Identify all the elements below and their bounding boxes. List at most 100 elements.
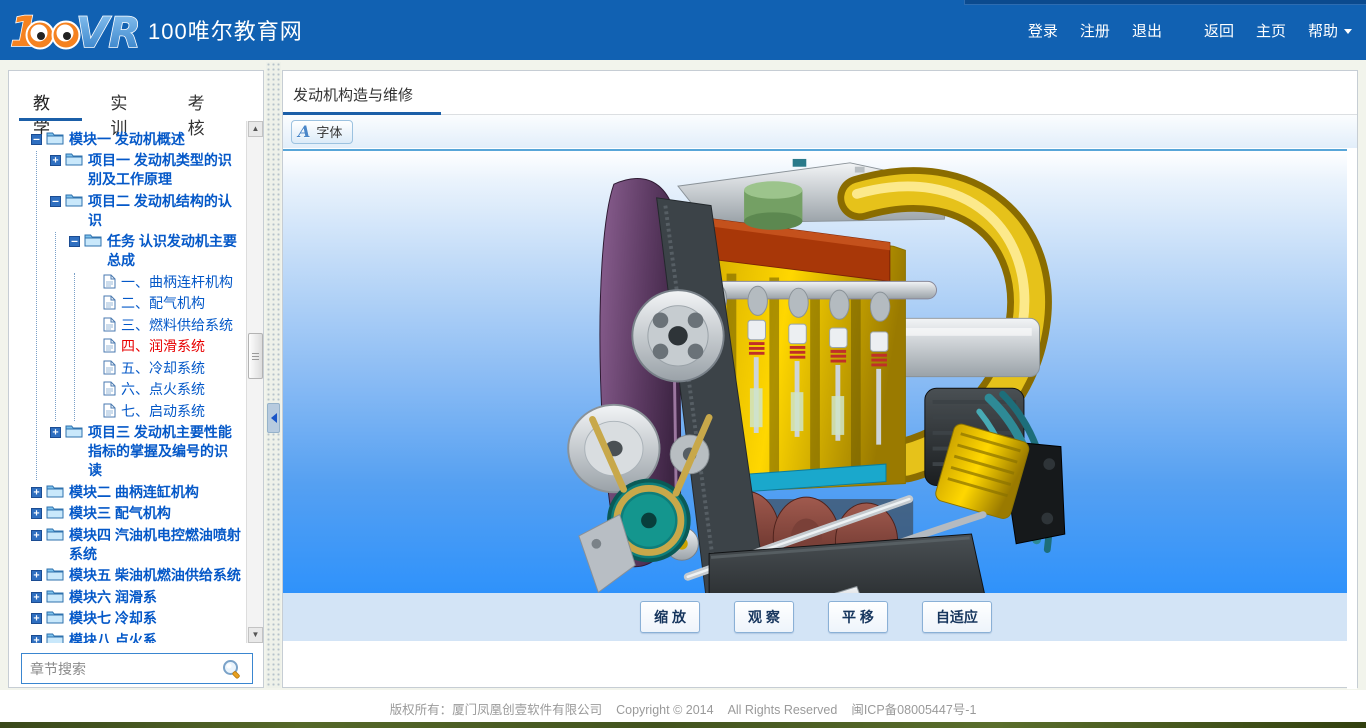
document-icon — [103, 338, 116, 353]
folder-icon — [46, 610, 64, 624]
expand-icon[interactable]: + — [31, 570, 42, 581]
tree-scrollbar[interactable]: ▲ ▼ — [246, 121, 263, 643]
tree-item[interactable]: + 模块二 曲柄连缸机构 — [31, 483, 241, 502]
tree-item[interactable]: 六、点火系统 — [88, 380, 241, 399]
tree-item[interactable]: 七、启动系统 — [88, 402, 241, 421]
tree-item[interactable]: – 任务 认识发动机主要总成 — [69, 232, 241, 270]
scroll-down-icon[interactable]: ▼ — [248, 627, 263, 643]
tree-item-label: 二、配气机构 — [121, 294, 205, 313]
expand-icon[interactable]: + — [31, 487, 42, 498]
chapter-search-row — [9, 643, 263, 684]
nav-link-1[interactable]: 登录 — [1028, 20, 1058, 41]
tree-item-label: 五、冷却系统 — [121, 359, 205, 378]
tree-item[interactable]: 三、燃料供给系统 — [88, 316, 241, 335]
content-tab-title[interactable]: 发动机构造与维修 — [293, 84, 413, 105]
logo-100vr-icon: 1 VR — [10, 7, 138, 53]
tree-item[interactable]: + 项目三 发动机主要性能指标的掌握及编号的识读 — [50, 423, 241, 480]
sidebar-tab-3[interactable]: 考 核 — [186, 83, 225, 121]
footer: 版权所有：厦门凤凰创壹软件有限公司Copyright © 2014All Rig… — [0, 690, 1366, 722]
footer-text-3: All Rights Reserved — [728, 703, 838, 717]
panel-splitter[interactable] — [266, 62, 281, 688]
tree-item-label: 模块七 冷却系 — [69, 609, 157, 628]
chevron-down-icon — [1344, 29, 1352, 34]
sidebar-tab-1[interactable]: 教 学 — [31, 83, 70, 121]
scrollbar-thumb[interactable] — [248, 333, 263, 379]
nav-link-2[interactable]: 注册 — [1080, 20, 1110, 41]
tree-item-label: 项目三 发动机主要性能指标的掌握及编号的识读 — [88, 423, 241, 480]
course-tree-viewport: –模块一 发动机概述+项目一 发动机类型的识别及工作原理–项目二 发动机结构的认… — [9, 121, 263, 643]
tree-item[interactable]: –模块一 发动机概述 — [31, 130, 241, 149]
tree-item-label: 项目一 发动机类型的识别及工作原理 — [88, 151, 241, 189]
footer-text-1: 版权所有：厦门凤凰创壹软件有限公司 — [390, 699, 603, 718]
chevron-left-icon — [271, 413, 277, 423]
font-button[interactable]: A 字体 — [291, 120, 353, 144]
expand-icon[interactable]: + — [50, 155, 61, 166]
collapse-icon[interactable]: – — [69, 236, 80, 247]
tree-item-label: 项目二 发动机结构的认识 — [88, 192, 241, 230]
expand-icon[interactable]: + — [31, 508, 42, 519]
footer-text-4: 闽ICP备08005447号-1 — [851, 699, 976, 718]
folder-icon — [46, 589, 64, 603]
chapter-search-input[interactable] — [21, 653, 253, 684]
viewer-button-2[interactable]: 观 察 — [734, 601, 794, 633]
document-icon — [103, 381, 116, 396]
folder-icon — [46, 632, 64, 644]
viewer-toolbar: A 字体 — [283, 115, 1357, 148]
expand-icon[interactable]: + — [31, 635, 42, 644]
engine-3d-model[interactable] — [563, 157, 1069, 639]
tree-item[interactable]: 五、冷却系统 — [88, 359, 241, 378]
document-icon — [103, 403, 116, 418]
tree-item[interactable]: + 模块五 柴油机燃油供给系统 — [31, 566, 241, 585]
expand-icon[interactable]: + — [50, 427, 61, 438]
svg-text:VR: VR — [76, 8, 138, 53]
search-icon[interactable] — [221, 658, 243, 680]
tree-item-label: 模块四 汽油机电控燃油喷射系统 — [69, 526, 241, 564]
tree-item-label: 一、曲柄连杆机构 — [121, 273, 233, 292]
viewer-button-4[interactable]: 自适应 — [922, 601, 992, 633]
folder-icon — [46, 131, 64, 145]
tree-item-label: 七、启动系统 — [121, 402, 205, 421]
expand-icon[interactable]: + — [31, 592, 42, 603]
collapse-icon[interactable]: – — [50, 196, 61, 207]
tree-item-label: 四、润滑系统 — [121, 337, 205, 356]
course-tree: –模块一 发动机概述+项目一 发动机类型的识别及工作原理–项目二 发动机结构的认… — [9, 121, 263, 643]
viewer-button-1[interactable]: 缩 放 — [640, 601, 700, 633]
folder-icon — [65, 193, 83, 207]
footer-grass-strip — [0, 722, 1366, 728]
collapse-sidebar-handle[interactable] — [267, 403, 280, 433]
expand-icon[interactable]: + — [31, 530, 42, 541]
engine-3d-viewer[interactable]: 缩 放 观 察 平 移 自适应 — [283, 149, 1349, 641]
expand-icon[interactable]: + — [31, 613, 42, 624]
tree-item[interactable]: + 项目一 发动机类型的识别及工作原理 — [50, 151, 241, 189]
nav-link-4[interactable]: 返回 — [1204, 20, 1234, 41]
nav-link-3[interactable]: 退出 — [1132, 20, 1162, 41]
nav-link-6[interactable]: 帮助 — [1308, 20, 1352, 41]
viewer-button-3[interactable]: 平 移 — [828, 601, 888, 633]
tree-item[interactable]: – 项目二 发动机结构的认识 — [50, 192, 241, 230]
folder-icon — [46, 527, 64, 541]
tree-item-label: 模块五 柴油机燃油供给系统 — [69, 566, 241, 585]
site-logo[interactable]: 1 VR 100唯尔教育网 — [10, 7, 303, 53]
document-icon — [103, 295, 116, 310]
tree-item-label: 模块二 曲柄连缸机构 — [69, 483, 199, 502]
folder-icon — [65, 424, 83, 438]
tree-item[interactable]: +模块八 点火系 — [31, 631, 241, 644]
folder-icon — [46, 505, 64, 519]
tree-item-label: 任务 认识发动机主要总成 — [107, 232, 241, 270]
tree-item[interactable]: + 模块七 冷却系 — [31, 609, 241, 628]
viewer-controls-bar: 缩 放 观 察 平 移 自适应 — [283, 593, 1349, 641]
content-tab-row: 发动机构造与维修 — [283, 71, 1357, 115]
tree-item[interactable]: + 模块四 汽油机电控燃油喷射系统 — [31, 526, 241, 564]
scroll-up-icon[interactable]: ▲ — [248, 121, 263, 137]
sidebar-tabs: 教 学实 训 考 核 — [9, 71, 263, 121]
tree-item[interactable]: +模块六 润滑系 — [31, 588, 241, 607]
tree-item[interactable]: 一、曲柄连杆机构 — [88, 273, 241, 292]
content-panel: 发动机构造与维修 A 字体 — [282, 70, 1358, 688]
nav-link-5[interactable]: 主页 — [1256, 20, 1286, 41]
tree-item[interactable]: 四、润滑系统 — [88, 337, 241, 356]
tree-item[interactable]: +模块三 配气机构 — [31, 504, 241, 523]
collapse-icon[interactable]: – — [31, 134, 42, 145]
sidebar-tab-2[interactable]: 实 训 — [108, 83, 147, 121]
site-title: 100唯尔教育网 — [148, 14, 303, 46]
tree-item[interactable]: 二、配气机构 — [88, 294, 241, 313]
